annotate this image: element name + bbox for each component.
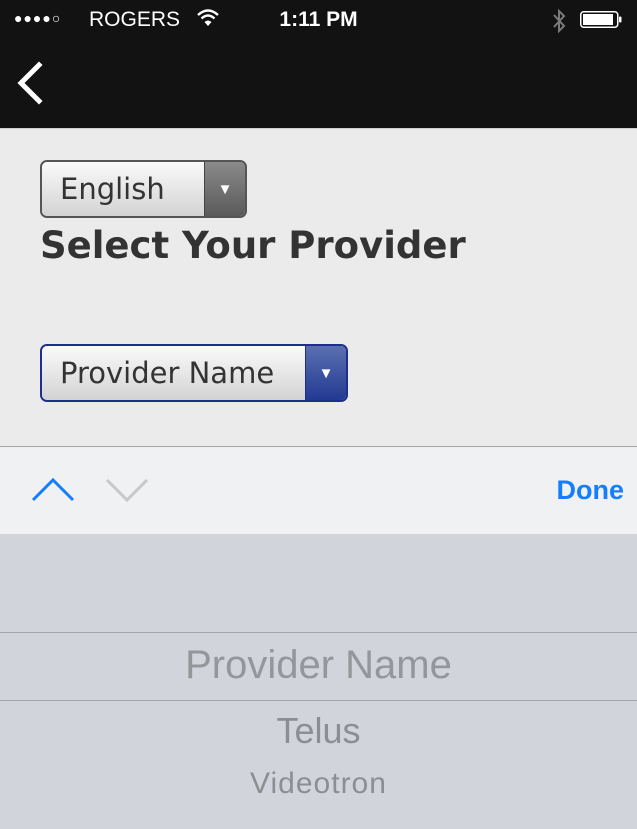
selection-indicator-top <box>0 632 637 633</box>
selection-indicator-bottom <box>0 700 637 701</box>
dropdown-arrow-icon: ▼ <box>204 162 245 216</box>
navigation-bar <box>0 40 637 128</box>
provider-select[interactable]: Provider Name ▼ <box>40 344 348 402</box>
provider-picker-wheel[interactable]: Provider Name Telus Videotron <box>0 534 637 829</box>
status-bar: ●●●●○ ROGERS 1:11 PM <box>0 0 637 40</box>
chevron-down-icon <box>105 478 149 503</box>
picker-option[interactable]: Videotron <box>0 767 637 801</box>
done-button[interactable]: Done <box>557 475 625 506</box>
clock: 1:11 PM <box>279 8 358 31</box>
provider-select-value: Provider Name <box>42 346 305 400</box>
next-field-button[interactable] <box>104 475 150 507</box>
previous-field-button[interactable] <box>30 475 76 507</box>
picker-option-selected[interactable]: Provider Name <box>0 643 637 688</box>
picker-option[interactable]: Telus <box>0 710 637 752</box>
picker-toolbar: Done <box>0 446 637 534</box>
dropdown-arrow-icon: ▼ <box>305 346 346 400</box>
language-select-value: English <box>42 162 204 216</box>
battery-icon <box>580 11 622 28</box>
back-button[interactable] <box>10 58 50 108</box>
language-select[interactable]: English ▼ <box>40 160 247 218</box>
bluetooth-icon <box>553 8 566 34</box>
chevron-up-icon <box>31 477 75 502</box>
page-title: Select Your Provider <box>40 224 466 267</box>
provider-form: English ▼ Select Your Provider Provider … <box>0 128 637 447</box>
